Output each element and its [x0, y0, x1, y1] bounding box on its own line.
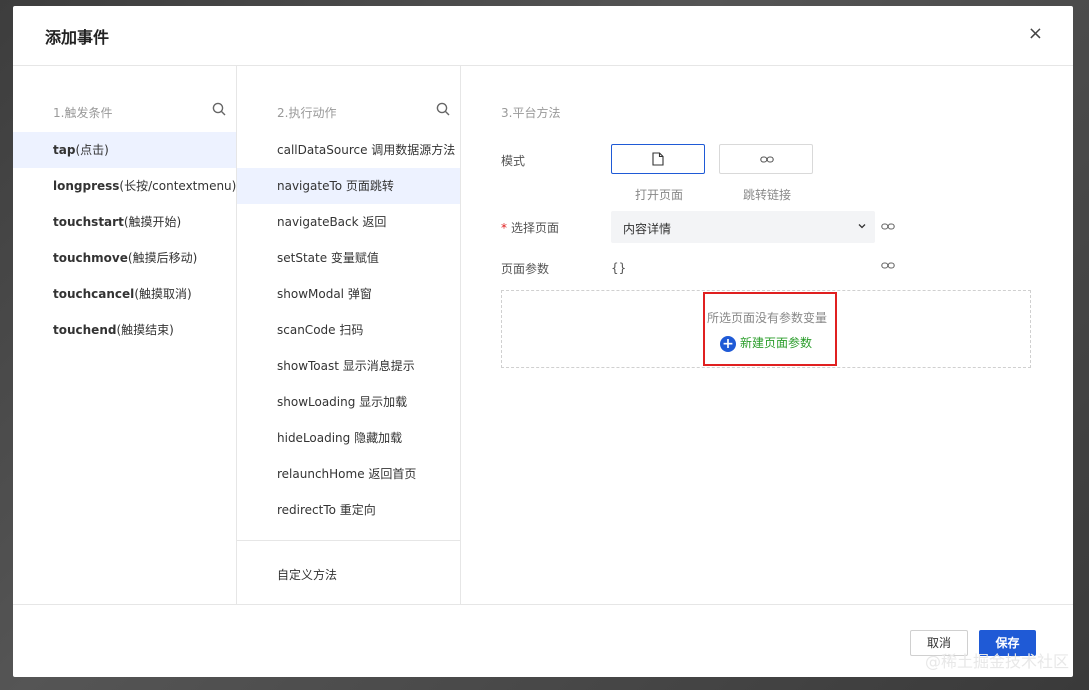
action-item-scancode[interactable]: scanCode 扫码	[237, 312, 460, 348]
select-page-label: * 选择页面	[501, 219, 559, 236]
platform-column: 3.平台方法 模式 打开页面 跳转链接 * 选择页面 内容详情 页面参数 {} …	[461, 66, 1073, 604]
trigger-desc: (触摸后移动)	[127, 251, 198, 265]
action-item-hideloading[interactable]: hideLoading 隐藏加载	[237, 420, 460, 456]
mode-open-page-button[interactable]	[611, 144, 705, 174]
trigger-keyword: tap	[53, 143, 76, 157]
custom-method-item[interactable]: 自定义方法	[277, 566, 337, 583]
trigger-heading: 1.触发条件	[53, 106, 113, 120]
search-icon[interactable]	[212, 102, 226, 116]
mode-jump-link-caption: 跳转链接	[743, 188, 792, 202]
select-page-dropdown[interactable]: 内容详情	[611, 211, 875, 243]
action-item-showtoast[interactable]: showToast 显示消息提示	[237, 348, 460, 384]
platform-heading: 3.平台方法	[501, 106, 561, 120]
select-page-label-text: 选择页面	[511, 221, 560, 235]
link-icon[interactable]	[881, 220, 895, 234]
dialog-header: 添加事件 ×	[13, 6, 1073, 66]
trigger-list: tap(点击) longpress(长按/contextmenu) touchs…	[13, 132, 236, 348]
trigger-item-touchcancel[interactable]: touchcancel(触摸取消)	[13, 276, 236, 312]
action-heading: 2.执行动作	[277, 106, 337, 120]
new-page-param-button[interactable]: + 新建页面参数	[720, 334, 812, 352]
action-item-navigateback[interactable]: navigateBack 返回	[237, 204, 460, 240]
page-params-label: 页面参数	[501, 262, 550, 276]
action-item-calldatasource[interactable]: callDataSource 调用数据源方法	[237, 132, 460, 168]
dialog-title: 添加事件	[45, 28, 110, 47]
trigger-desc: (触摸开始)	[123, 215, 182, 229]
action-item-showmodal[interactable]: showModal 弹窗	[237, 276, 460, 312]
mode-open-page-caption: 打开页面	[635, 188, 684, 202]
trigger-keyword: longpress	[53, 179, 120, 193]
action-item-showloading[interactable]: showLoading 显示加载	[237, 384, 460, 420]
trigger-keyword: touchend	[53, 323, 117, 337]
annotation-highlight-box	[703, 292, 837, 366]
action-column: 2.执行动作 callDataSource 调用数据源方法 navigateTo…	[237, 66, 461, 604]
search-icon[interactable]	[436, 102, 450, 116]
trigger-item-touchend[interactable]: touchend(触摸结束)	[13, 312, 236, 348]
action-item-navigateto[interactable]: navigateTo 页面跳转	[237, 168, 460, 204]
trigger-keyword: touchmove	[53, 251, 128, 265]
close-icon[interactable]: ×	[1028, 24, 1043, 44]
link-icon[interactable]	[881, 259, 895, 273]
file-icon	[652, 152, 664, 166]
action-item-setstate[interactable]: setState 变量赋值	[237, 240, 460, 276]
empty-params-message: 所选页面没有参数变量	[707, 311, 828, 325]
action-list: callDataSource 调用数据源方法 navigateTo 页面跳转 n…	[237, 132, 460, 528]
trigger-item-touchstart[interactable]: touchstart(触摸开始)	[13, 204, 236, 240]
trigger-desc: (触摸结束)	[116, 323, 174, 337]
select-page-value: 内容详情	[623, 222, 672, 236]
trigger-item-touchmove[interactable]: touchmove(触摸后移动)	[13, 240, 236, 276]
mode-jump-link-button[interactable]	[719, 144, 813, 174]
trigger-keyword: touchstart	[53, 215, 124, 229]
plus-icon: +	[720, 335, 736, 352]
new-page-param-label: 新建页面参数	[740, 336, 813, 350]
trigger-desc: (长按/contextmenu)	[119, 179, 237, 193]
watermark: @稀土掘金技术社区	[924, 652, 1069, 671]
chevron-down-icon	[858, 224, 866, 229]
add-event-dialog: 添加事件 × 1.触发条件 tap(点击) longpress(长按/conte…	[13, 6, 1073, 677]
action-item-redirectto[interactable]: redirectTo 重定向	[237, 492, 460, 528]
trigger-item-longpress[interactable]: longpress(长按/contextmenu)	[13, 168, 236, 204]
link-icon	[760, 156, 774, 163]
required-marker: *	[501, 221, 507, 235]
trigger-keyword: touchcancel	[53, 287, 135, 301]
mode-label: 模式	[501, 154, 526, 168]
divider	[237, 540, 460, 541]
trigger-desc: (触摸取消)	[134, 287, 192, 301]
page-params-value: {}	[611, 261, 627, 275]
trigger-item-tap[interactable]: tap(点击)	[13, 132, 236, 168]
dialog-footer: 取消 保存	[13, 604, 1073, 677]
action-item-relaunchhome[interactable]: relaunchHome 返回首页	[237, 456, 460, 492]
trigger-desc: (点击)	[75, 143, 109, 157]
trigger-column: 1.触发条件 tap(点击) longpress(长按/contextmenu)…	[13, 66, 237, 604]
